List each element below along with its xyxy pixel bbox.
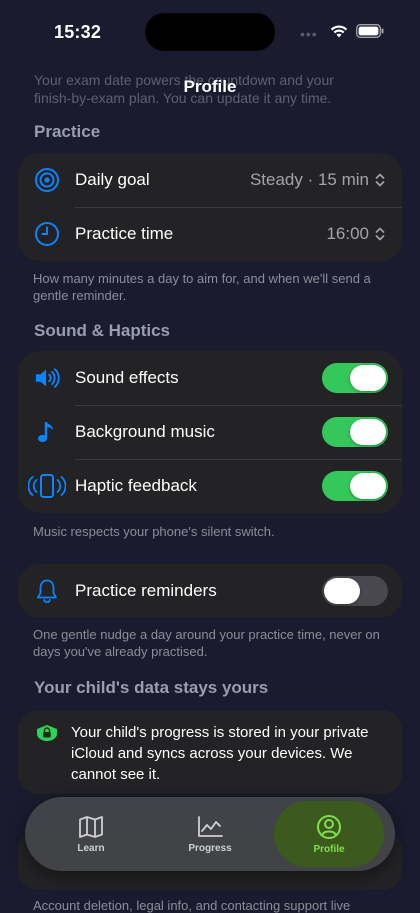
sound-effects-row: Sound effects [18, 351, 402, 405]
practice-reminders-label: Practice reminders [75, 581, 217, 600]
practice-time-row[interactable]: Practice time 16:00 [18, 207, 402, 261]
wifi-icon [330, 25, 348, 38]
person-icon [317, 814, 341, 839]
sound-effects-label: Sound effects [75, 368, 179, 387]
practice-time-value-text: 16:00 [326, 224, 369, 243]
background-music-label: Background music [75, 422, 215, 441]
practice-time-label: Practice time [75, 224, 174, 243]
speaker-icon [34, 365, 60, 391]
haptic-label: Haptic feedback [75, 476, 197, 495]
privacy-text: Your child's progress is stored in your … [71, 724, 369, 783]
reminders-card: Practice reminders [18, 564, 402, 618]
tab-bar: Learn Progress Profile [25, 797, 395, 871]
status-bar: 15:32 ••• [0, 0, 420, 60]
chevron-updown-icon [375, 227, 385, 241]
status-time: 15:32 [54, 22, 102, 42]
practice-footer: How many minutes a day to aim for, and w… [33, 271, 371, 303]
target-icon [34, 167, 60, 193]
practice-card: Daily goal Steady · 15 min Practice time… [18, 153, 402, 261]
haptic-toggle[interactable] [322, 471, 388, 501]
page-title: Profile [183, 77, 237, 96]
tab-learn[interactable]: Learn [36, 801, 146, 867]
background-music-row: Background music [18, 405, 402, 459]
daily-goal-value-text: Steady · 15 min [249, 170, 369, 189]
privacy-card: Your child's progress is stored in your … [18, 710, 402, 794]
daily-goal-value[interactable]: Steady · 15 min [250, 170, 385, 190]
tab-progress[interactable]: Progress [155, 801, 265, 867]
phone-vibrate-icon [28, 473, 66, 499]
bottom-footer-text: Account deletion, legal info, and contac… [33, 898, 351, 913]
tab-profile-label: Profile [313, 843, 345, 855]
haptic-row: Haptic feedback [18, 459, 402, 513]
tab-profile[interactable]: Profile [274, 801, 384, 867]
bell-icon [34, 578, 60, 604]
dots-icon: ••• [300, 26, 318, 42]
chevron-updown-icon [375, 173, 385, 187]
battery-icon [356, 24, 384, 38]
section-header-practice: Practice [34, 122, 101, 141]
daily-goal-label: Daily goal [75, 170, 150, 189]
sound-card: Sound effects Background music Haptic fe… [18, 351, 402, 513]
tab-progress-label: Progress [188, 842, 232, 854]
section-header-privacy: Your child's data stays yours [34, 678, 269, 697]
lock-shield-icon [35, 724, 59, 747]
chart-icon [198, 815, 223, 837]
map-icon [79, 815, 103, 838]
section-header-sound: Sound & Haptics [34, 321, 171, 340]
sound-effects-toggle[interactable] [322, 363, 388, 393]
daily-goal-row[interactable]: Daily goal Steady · 15 min [18, 153, 402, 207]
practice-reminders-toggle[interactable] [322, 576, 388, 606]
reminders-footer: One gentle nudge a day around your pract… [33, 627, 380, 659]
sound-footer: Music respects your phone's silent switc… [33, 524, 275, 539]
tab-learn-label: Learn [77, 842, 105, 854]
dynamic-island [145, 13, 275, 51]
clock-icon [34, 221, 60, 247]
background-music-toggle[interactable] [322, 417, 388, 447]
practice-reminders-row: Practice reminders [18, 564, 402, 618]
practice-time-value[interactable]: 16:00 [326, 224, 385, 244]
music-note-icon [34, 419, 60, 445]
